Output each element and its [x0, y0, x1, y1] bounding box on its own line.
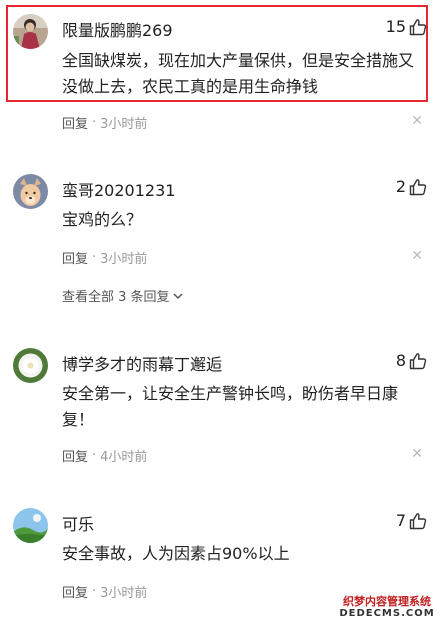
comment-meta: 回复 · 3小时前: [62, 113, 147, 132]
meta-separator: ·: [92, 115, 97, 130]
reply-button[interactable]: 回复: [62, 248, 88, 267]
meta-separator: ·: [92, 448, 97, 463]
reply-button[interactable]: 回复: [62, 582, 88, 601]
comment-text: 宝鸡的么？: [62, 210, 143, 229]
close-icon[interactable]: ✕: [411, 446, 423, 462]
like-button[interactable]: 7: [396, 511, 427, 530]
like-button[interactable]: 8: [396, 351, 427, 370]
meta-separator: ·: [92, 250, 97, 265]
like-button[interactable]: 2: [396, 177, 427, 196]
like-count: 8: [395, 351, 406, 370]
user-avatar[interactable]: [13, 174, 48, 209]
comment-time: 3小时前: [100, 117, 148, 132]
username[interactable]: 可乐: [62, 511, 94, 535]
like-count: 7: [395, 511, 406, 530]
chevron-down-icon: [173, 292, 183, 299]
dog-avatar-icon: [13, 174, 48, 209]
meta-separator: ·: [92, 584, 97, 599]
comment-meta: 回复 · 4小时前: [62, 446, 147, 465]
close-icon[interactable]: ✕: [411, 113, 423, 129]
username[interactable]: 博学多才的雨幕丁邂逅: [62, 351, 222, 375]
comment-text: 安全事故，人为因素占90%以上: [62, 544, 290, 563]
highlight-box: [6, 5, 428, 102]
close-icon[interactable]: ✕: [411, 248, 423, 264]
comment-time: 3小时前: [100, 586, 148, 601]
watermark-domain: DEDECMS.COM: [339, 608, 435, 619]
flower-avatar-icon: [13, 348, 48, 383]
comment-meta: 回复 · 3小时前: [62, 582, 147, 601]
comment-time: 3小时前: [100, 252, 148, 267]
comment-time: 4小时前: [100, 450, 148, 465]
watermark: 织梦内容管理系统 DEDECMS.COM: [337, 595, 437, 620]
thumbs-up-icon: [409, 512, 427, 529]
thumbs-up-icon: [409, 352, 427, 369]
user-avatar[interactable]: [13, 348, 48, 383]
reply-button[interactable]: 回复: [62, 446, 88, 465]
thumbs-up-icon: [409, 178, 427, 195]
watermark-title: 织梦内容管理系统: [343, 595, 431, 608]
comment-text: 安全第一，让安全生产警钟长鸣，盼伤者早日康复！: [62, 384, 399, 429]
view-all-replies-link[interactable]: 查看全部 3 条回复: [62, 286, 184, 305]
reply-button[interactable]: 回复: [62, 113, 88, 132]
comment-meta: 回复 · 3小时前: [62, 248, 147, 267]
landscape-avatar-icon: [13, 508, 48, 543]
username[interactable]: 蛮哥20201231: [62, 177, 175, 201]
like-count: 2: [395, 177, 406, 196]
user-avatar[interactable]: [13, 508, 48, 543]
view-all-replies-label: 查看全部 3 条回复: [62, 290, 170, 305]
